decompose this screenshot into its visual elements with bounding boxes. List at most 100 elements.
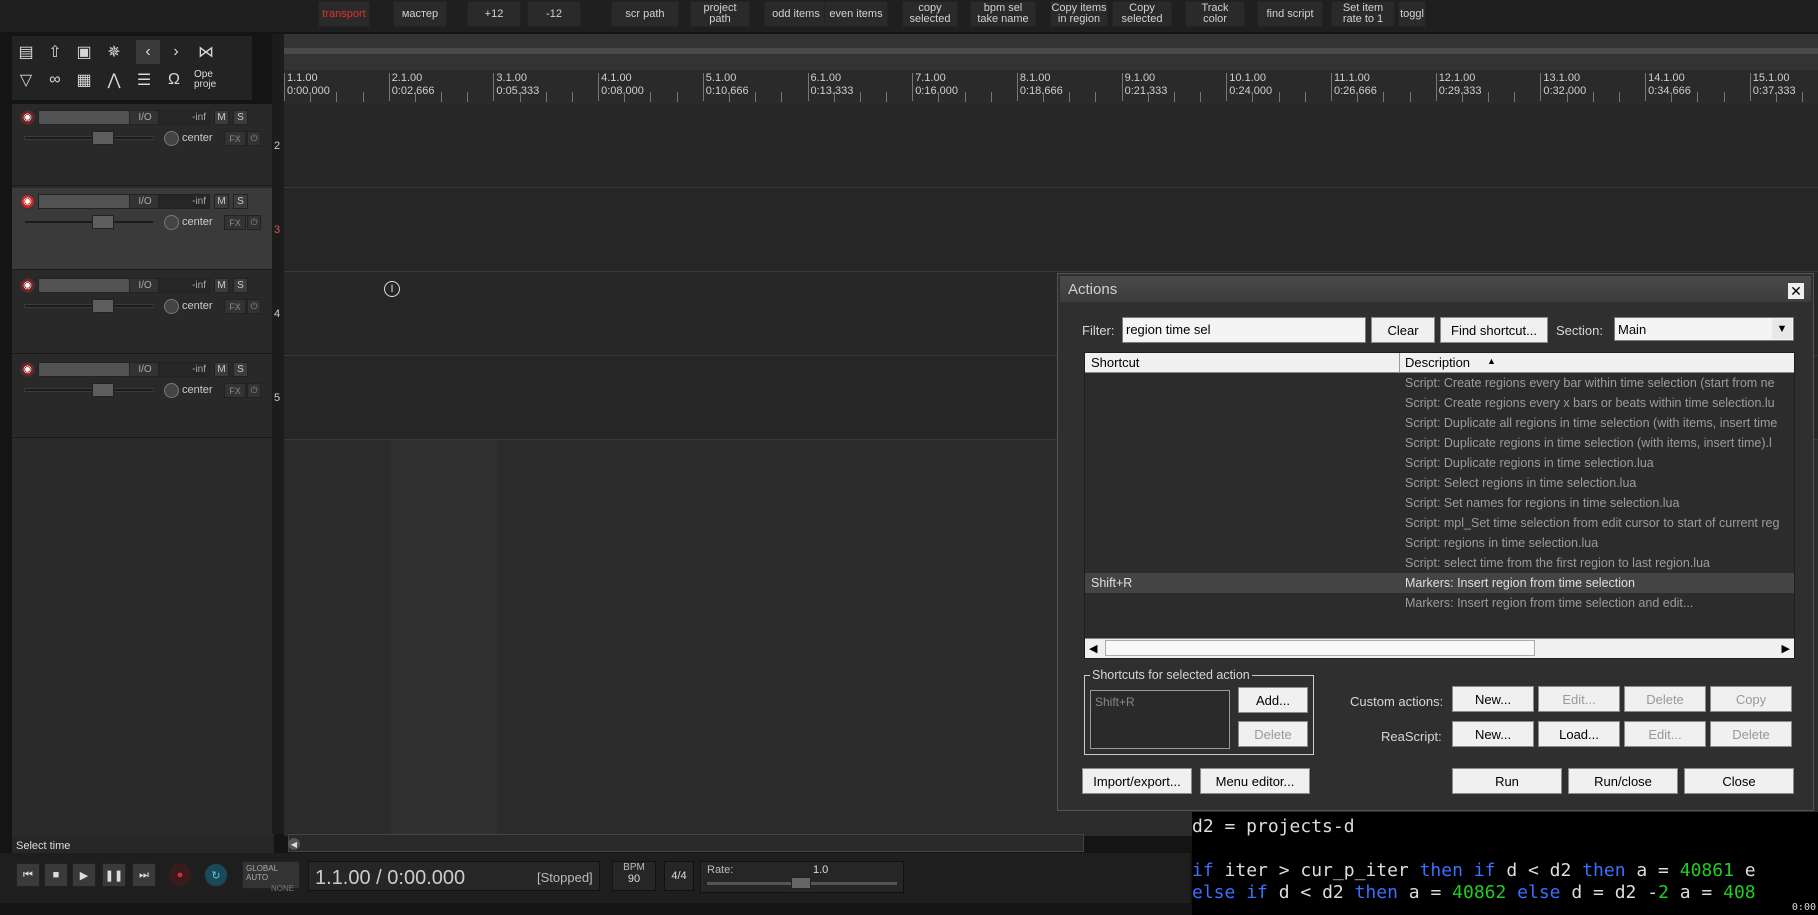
scroll-thumb[interactable] — [1105, 640, 1535, 656]
select-tool-icon[interactable]: ▽ — [14, 68, 38, 92]
shortcut-list[interactable]: Shift+R — [1090, 690, 1230, 749]
volume-fader[interactable] — [24, 136, 154, 140]
find-shortcut-button[interactable]: Find shortcut... — [1440, 317, 1548, 343]
delete-shortcut-button[interactable]: Delete — [1238, 721, 1308, 747]
toolbar-button-6[interactable]: project path — [690, 1, 750, 27]
column-shortcut[interactable]: Shortcut — [1091, 355, 1397, 373]
time-signature[interactable]: 4/4 — [664, 861, 694, 891]
pan-knob-icon[interactable] — [164, 299, 179, 314]
toolbar-button-4[interactable]: -12 — [527, 1, 581, 27]
link-icon[interactable]: ∞ — [43, 68, 67, 92]
snap-magnet-icon[interactable]: Ω — [162, 68, 186, 92]
rate-slider-handle[interactable] — [791, 877, 811, 889]
pan-knob-icon[interactable] — [164, 131, 179, 146]
custom-delete-button[interactable]: Delete — [1624, 686, 1706, 712]
action-row[interactable]: Script: Set names for regions in time se… — [1085, 493, 1794, 513]
list-horizontal-scrollbar[interactable]: ◀ ▶ — [1085, 638, 1794, 658]
toolbar-button-16[interactable]: toggl — [1398, 1, 1426, 27]
pan-knob-icon[interactable] — [164, 215, 179, 230]
reascript-edit-button[interactable]: Edit... — [1624, 721, 1706, 747]
mute-button[interactable]: M — [214, 194, 229, 209]
bpm-display[interactable]: BPM 90 — [612, 861, 656, 891]
import-export-button[interactable]: Import/export... — [1082, 768, 1192, 794]
track-name-field[interactable] — [38, 194, 138, 209]
rate-control[interactable]: Rate: 1.0 — [700, 861, 904, 893]
dialog-title-bar[interactable]: Actions — [1060, 276, 1811, 302]
toolbar-button-12[interactable]: Copy selected — [1112, 1, 1172, 27]
menu-editor-button[interactable]: Menu editor... — [1200, 768, 1310, 794]
global-auto-button[interactable]: GLOBAL AUTO NONE — [242, 861, 300, 893]
custom-edit-button[interactable]: Edit... — [1538, 686, 1620, 712]
mute-button[interactable]: M — [214, 362, 229, 377]
io-button[interactable]: I/O — [129, 362, 161, 377]
volume-fader-handle[interactable] — [92, 215, 114, 229]
position-display[interactable]: 1.1.00 / 0:00.000 [Stopped] — [308, 861, 600, 891]
pause-button[interactable]: ❚❚ — [102, 863, 126, 887]
solo-button[interactable]: S — [233, 110, 248, 125]
track-3[interactable]: ◉ I/O -inf M Scenter FX ⏻ 3 — [12, 188, 280, 270]
track-4[interactable]: ◉ I/O -inf M Scenter FX ⏻ 4 — [12, 272, 280, 354]
grid-icon[interactable]: ▦ — [72, 68, 96, 92]
reascript-delete-button[interactable]: Delete — [1710, 721, 1792, 747]
ruler[interactable] — [282, 48, 1818, 54]
toolbar-button-2[interactable]: мастер — [393, 1, 447, 27]
chevron-down-icon[interactable]: ▼ — [1772, 319, 1792, 339]
toolbar-button-3[interactable]: +12 — [467, 1, 521, 27]
solo-button[interactable]: S — [233, 194, 248, 209]
action-row[interactable]: Script: regions in time selection.lua — [1085, 533, 1794, 553]
run-button[interactable]: Run — [1452, 768, 1562, 794]
fx-bypass-icon[interactable]: ⏻ — [247, 215, 261, 230]
solo-button[interactable]: S — [233, 362, 248, 377]
shortcut-entry[interactable]: Shift+R — [1095, 695, 1135, 709]
toolbar-button-15[interactable]: Set item rate to 1 — [1331, 1, 1395, 27]
fx-button[interactable]: FX — [224, 299, 246, 314]
scroll-left-icon[interactable]: ◀ — [288, 838, 300, 850]
volume-fader-handle[interactable] — [92, 299, 114, 313]
record-arm-icon[interactable]: ◉ — [20, 278, 35, 293]
action-row[interactable]: Script: Duplicate regions in time select… — [1085, 453, 1794, 473]
volume-readout[interactable]: -inf — [158, 194, 210, 209]
close-button[interactable]: Close — [1684, 768, 1794, 794]
volume-fader-handle[interactable] — [92, 383, 114, 397]
scroll-left-arrow-icon[interactable]: ◀ — [1089, 642, 1097, 655]
toolbar-button-9[interactable]: copy selected — [902, 1, 958, 27]
run-close-button[interactable]: Run/close — [1568, 768, 1678, 794]
ripple-icon[interactable]: ☰ — [132, 68, 156, 92]
redo-icon[interactable]: › — [164, 40, 188, 64]
toolbar-button-11[interactable]: Copy items in region — [1050, 1, 1108, 27]
fx-bypass-icon[interactable]: ⏻ — [247, 131, 261, 146]
toolbar-button-10[interactable]: bpm sel take name — [970, 1, 1036, 27]
action-row[interactable]: Script: mpl_Set time selection from edit… — [1085, 513, 1794, 533]
io-button[interactable]: I/O — [129, 194, 161, 209]
repeat-icon[interactable]: ↻ — [204, 863, 228, 887]
toolbar-button-7[interactable]: odd items — [764, 1, 828, 27]
track-name-field[interactable] — [38, 362, 138, 377]
go-to-start-button[interactable]: ⏮ — [16, 863, 40, 887]
new-project-icon[interactable]: ▤ — [14, 40, 38, 64]
volume-readout[interactable]: -inf — [158, 362, 210, 377]
actions-list[interactable]: Shortcut Description ▲ Script: Create re… — [1084, 352, 1795, 659]
record-arm-icon[interactable]: ◉ — [20, 194, 35, 209]
io-button[interactable]: I/O — [129, 110, 161, 125]
volume-fader[interactable] — [24, 220, 154, 224]
fx-button[interactable]: FX — [224, 383, 246, 398]
action-row[interactable]: Script: Duplicate all regions in time se… — [1085, 413, 1794, 433]
cut-tool-icon[interactable]: ⋈ — [194, 40, 218, 64]
fx-bypass-icon[interactable]: ⏻ — [247, 299, 261, 314]
code-editor-panel[interactable]: d2 = projects-d if iter > cur_p_iter the… — [1192, 812, 1818, 915]
action-row[interactable]: Script: Create regions every bar within … — [1085, 373, 1794, 393]
attach-icon[interactable]: ✵ — [102, 40, 126, 64]
toolbar-button-8[interactable]: even items — [824, 1, 888, 27]
toolbar-button-5[interactable]: scr path — [611, 1, 679, 27]
add-shortcut-button[interactable]: Add... — [1238, 687, 1308, 713]
action-row[interactable]: Script: Select regions in time selection… — [1085, 473, 1794, 493]
track-5[interactable]: ◉ I/O -inf M Scenter FX ⏻ 5 — [12, 356, 280, 438]
close-icon[interactable]: ✕ — [1787, 282, 1805, 300]
play-button[interactable]: ▶ — [72, 863, 96, 887]
action-row[interactable]: Markers: Insert region from time selecti… — [1085, 593, 1794, 613]
stop-button[interactable]: ■ — [44, 863, 68, 887]
track-name-field[interactable] — [38, 278, 138, 293]
solo-button[interactable]: S — [233, 278, 248, 293]
mute-button[interactable]: M — [214, 278, 229, 293]
record-button[interactable]: ● — [168, 863, 192, 887]
